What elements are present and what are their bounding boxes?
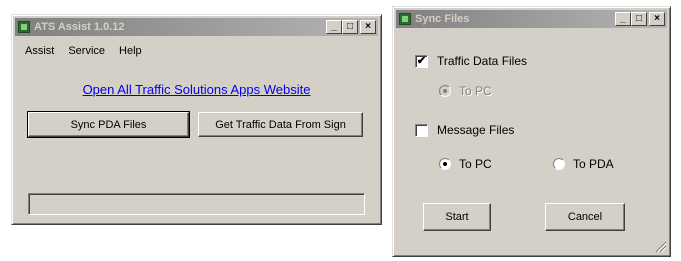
message-to-pc-label: To PC: [459, 157, 492, 171]
maximize-button[interactable]: □: [631, 12, 647, 26]
get-traffic-data-button[interactable]: Get Traffic Data From Sign: [198, 112, 363, 137]
traffic-to-pc-radio: [439, 85, 451, 97]
cancel-button[interactable]: Cancel: [545, 203, 625, 231]
menu-bar: Assist Service Help: [18, 42, 149, 60]
status-bar: [28, 193, 365, 215]
app-icon: [18, 21, 30, 33]
minimize-button[interactable]: _: [326, 20, 342, 34]
message-to-pc-radio[interactable]: [439, 158, 451, 170]
open-website-link[interactable]: Open All Traffic Solutions Apps Website: [12, 82, 381, 97]
title-bar[interactable]: Sync Files _ □ ×: [396, 10, 667, 28]
sync-files-window: Sync Files _ □ × ✔ Traffic Data Files To…: [392, 6, 671, 257]
message-files-label: Message Files: [437, 123, 515, 137]
resize-grip[interactable]: [654, 240, 666, 252]
minimize-button[interactable]: _: [615, 12, 631, 26]
menu-assist[interactable]: Assist: [18, 45, 61, 57]
start-button[interactable]: Start: [423, 203, 491, 231]
title-bar[interactable]: ATS Assist 1.0.12 _ □ ×: [15, 18, 378, 36]
window-title: ATS Assist 1.0.12: [34, 21, 125, 33]
close-button[interactable]: ×: [360, 20, 376, 34]
traffic-data-files-label: Traffic Data Files: [437, 54, 528, 68]
menu-help[interactable]: Help: [112, 45, 149, 57]
close-button[interactable]: ×: [649, 12, 665, 26]
traffic-data-files-checkbox[interactable]: ✔: [415, 55, 428, 68]
app-icon: [399, 13, 411, 25]
window-title: Sync Files: [415, 13, 470, 25]
ats-assist-window: ATS Assist 1.0.12 _ □ × Assist Service H…: [11, 14, 382, 225]
menu-service[interactable]: Service: [61, 45, 112, 57]
message-files-checkbox[interactable]: [415, 124, 428, 137]
message-to-pda-radio[interactable]: [553, 158, 565, 170]
traffic-to-pc-label: To PC: [459, 84, 492, 98]
sync-pda-files-button[interactable]: Sync PDA Files: [27, 111, 190, 138]
message-to-pda-label: To PDA: [573, 157, 614, 171]
maximize-button[interactable]: □: [342, 20, 358, 34]
